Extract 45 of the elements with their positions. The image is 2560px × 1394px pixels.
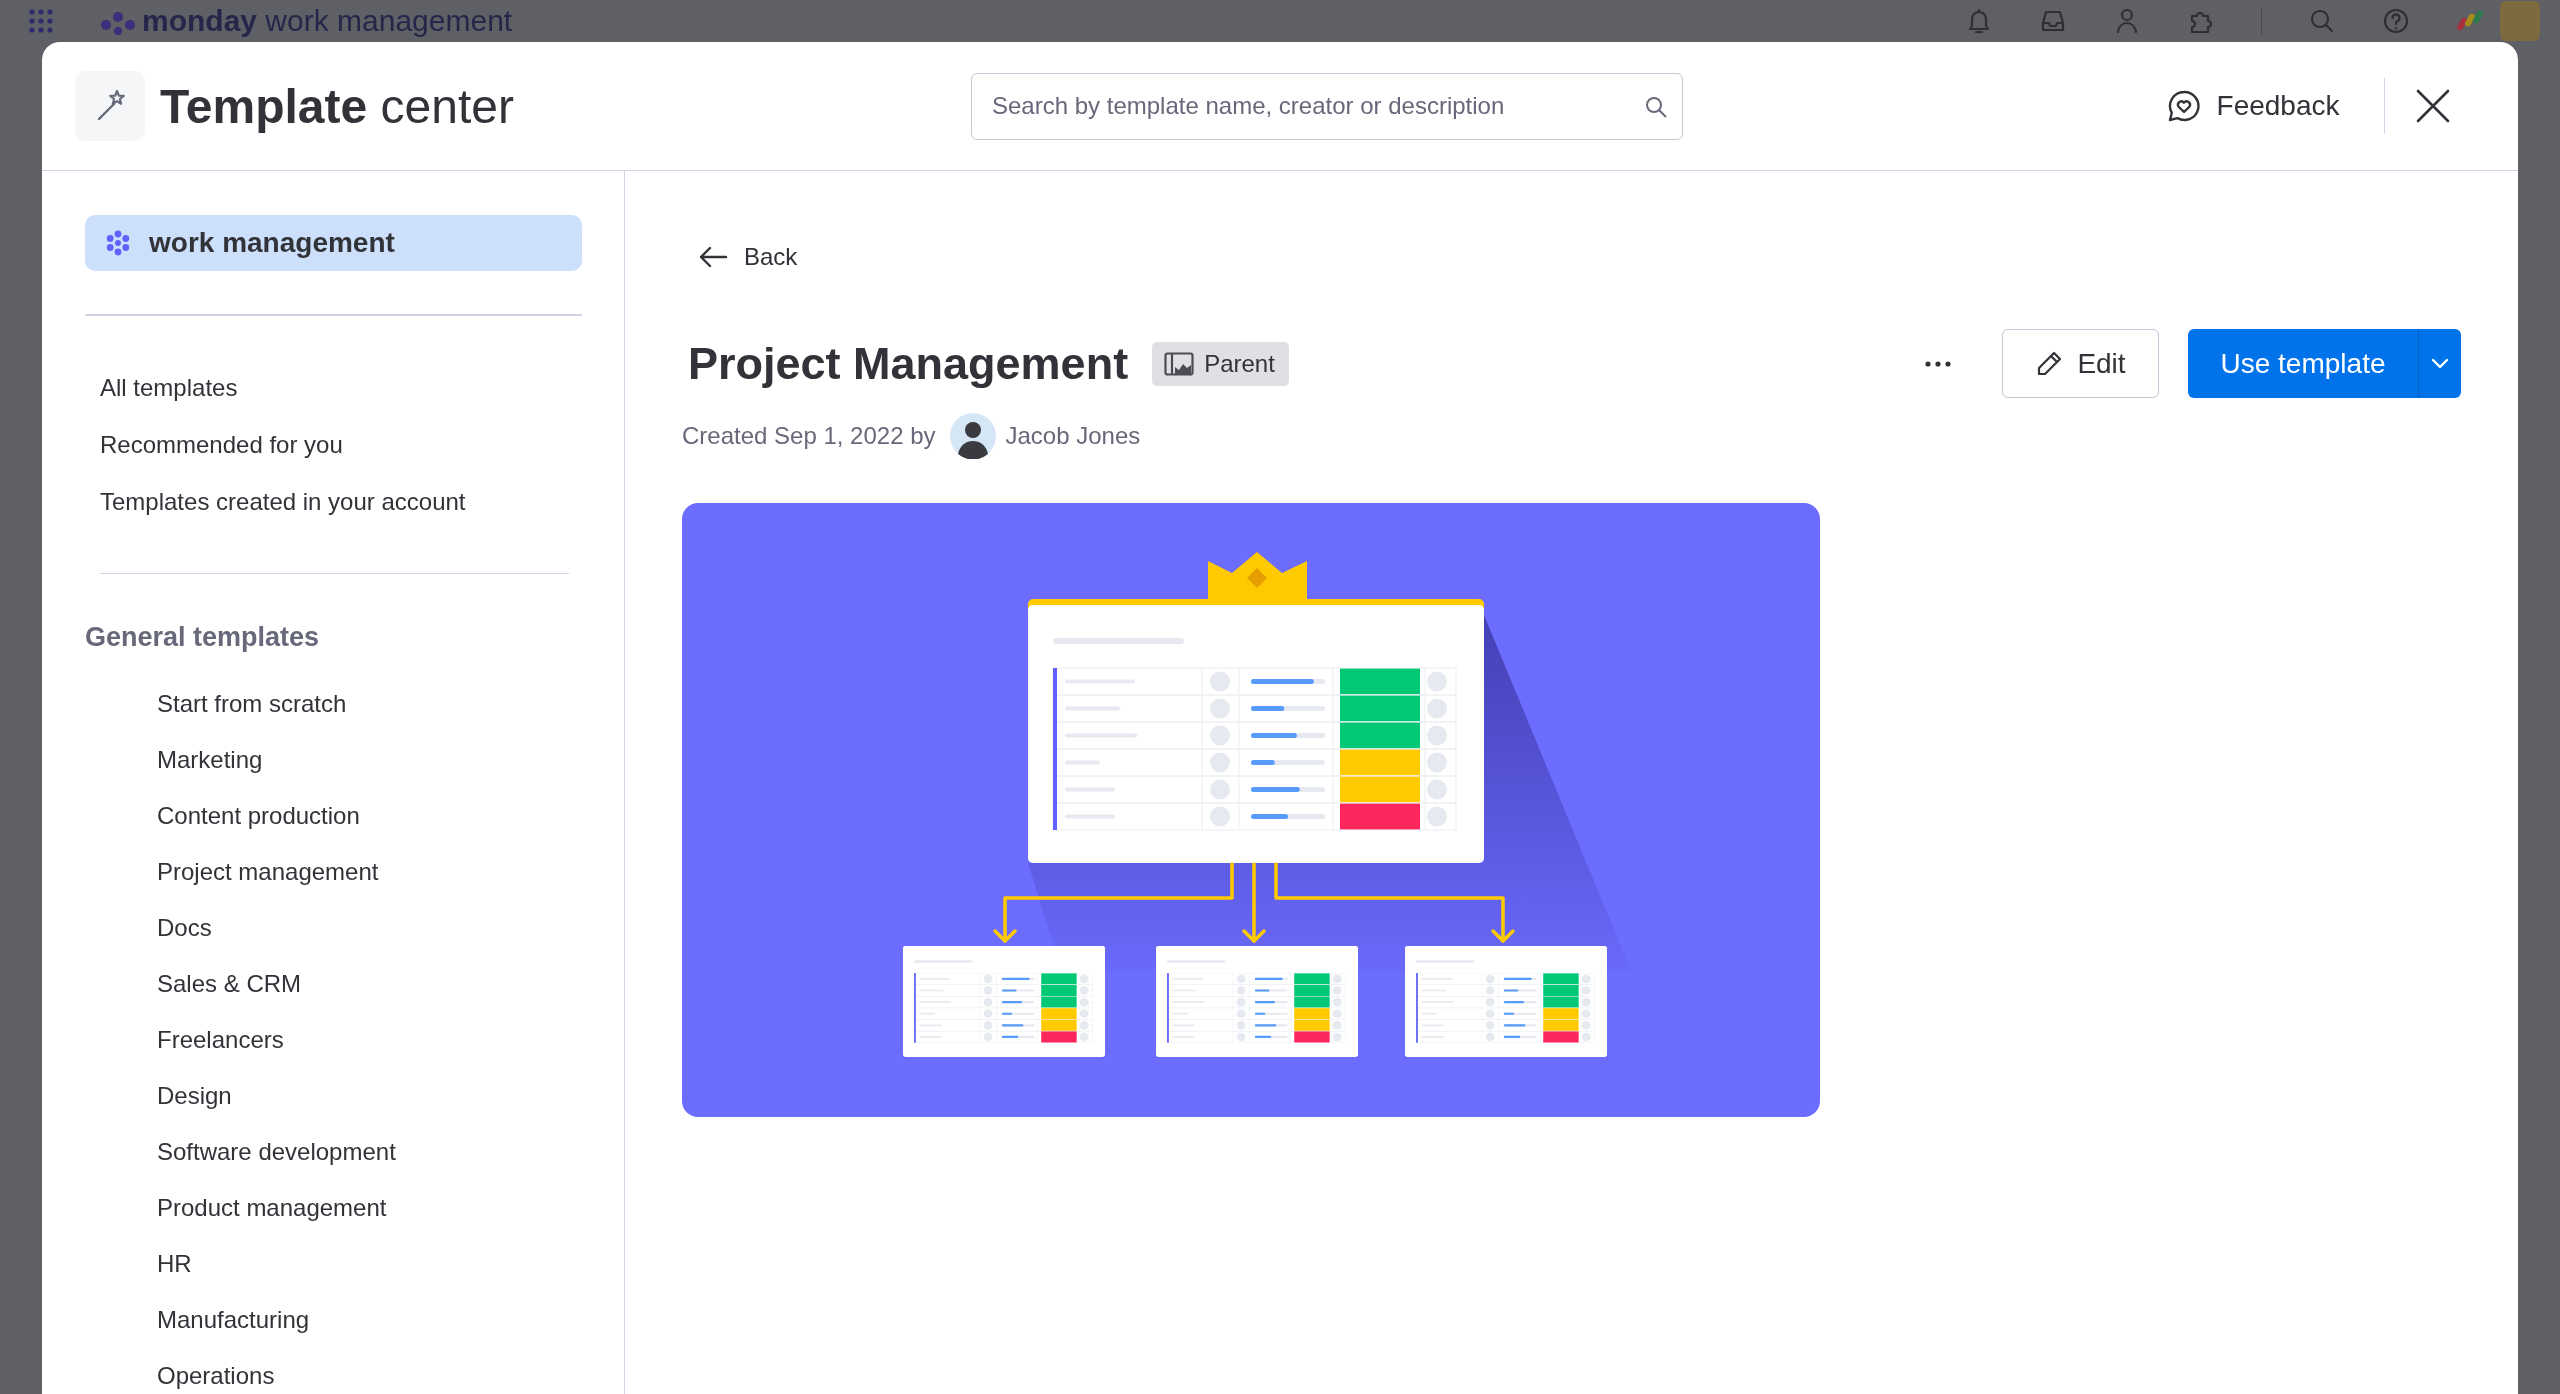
modal-title: Template center	[160, 78, 514, 134]
category-link[interactable]: Content production	[157, 788, 360, 844]
category-link[interactable]: HR	[157, 1236, 192, 1292]
category-link[interactable]: Docs	[157, 900, 212, 956]
category-link[interactable]: Operations	[157, 1348, 275, 1394]
use-template-button[interactable]: Use template	[2188, 329, 2418, 398]
feedback-button[interactable]: Feedback	[2166, 89, 2340, 123]
category-link[interactable]: Software development	[157, 1124, 396, 1180]
close-icon	[2415, 88, 2451, 124]
person-avatar-icon	[949, 413, 996, 459]
section-heading: General templates	[85, 621, 320, 654]
magic-wand-icon	[75, 71, 145, 141]
template-title: Project Management	[688, 337, 1129, 390]
apps-grid-icon[interactable]	[28, 8, 54, 34]
app-title: monday work management	[142, 3, 513, 39]
search-icon[interactable]	[1644, 94, 1667, 118]
help-icon[interactable]	[2382, 7, 2410, 35]
chat-heart-icon	[2166, 89, 2201, 123]
category-link[interactable]: Marketing	[157, 732, 263, 788]
category-link[interactable]: Project management	[157, 844, 379, 900]
dots-logo-icon	[105, 230, 131, 256]
sidebar-link[interactable]: All templates	[100, 358, 238, 416]
back-button[interactable]: Back	[682, 235, 810, 279]
badge-label: Parent	[1204, 349, 1275, 378]
category-link[interactable]: Freelancers	[157, 1012, 284, 1068]
category-link[interactable]: Product management	[157, 1180, 387, 1236]
board-icon	[1164, 351, 1195, 376]
search-field[interactable]: Search by template name, creator or description	[971, 72, 1683, 140]
search-icon[interactable]	[2308, 7, 2336, 35]
sidebar-link[interactable]: Recommended for you	[100, 415, 343, 473]
edit-button[interactable]: Edit	[2002, 329, 2159, 398]
category-link[interactable]: Sales & CRM	[157, 956, 302, 1012]
more-icon	[1925, 360, 1951, 367]
category-link[interactable]: Design	[157, 1068, 232, 1124]
chevron-down-icon	[2431, 358, 2449, 369]
product-switcher[interactable]: work management	[85, 215, 582, 271]
arrow-left-icon	[698, 245, 728, 269]
category-link[interactable]: Manufacturing	[157, 1292, 310, 1348]
created-text: Created Sep 1, 2022 by	[682, 422, 936, 450]
pencil-icon	[2035, 349, 2064, 378]
category-link[interactable]: Start from scratch	[157, 676, 347, 732]
author-name: Jacob Jones	[1005, 422, 1141, 450]
template-options-button[interactable]	[2418, 329, 2461, 398]
sidebar-link[interactable]: Templates created in your account	[100, 472, 466, 530]
crown-icon	[1208, 552, 1307, 601]
